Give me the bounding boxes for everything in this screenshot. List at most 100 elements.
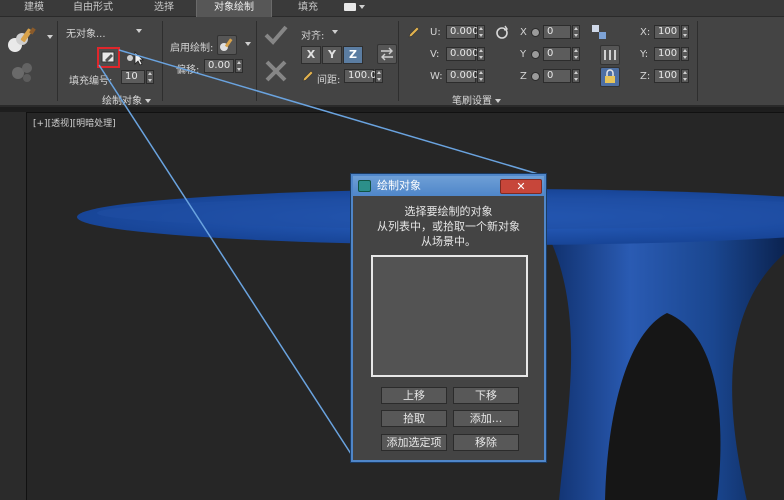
ribbon-tab-bar: 建模 自由形式 选择 对象绘制 填充	[0, 0, 784, 17]
separator	[57, 21, 58, 101]
message-line: 从列表中，或拾取一个新对象	[377, 220, 520, 233]
add-selected-button[interactable]: 添加选定项	[381, 434, 447, 451]
tab-modeling[interactable]: 建模	[14, 0, 54, 17]
chevron-down-icon[interactable]	[136, 29, 142, 36]
rotate-z-spinner[interactable]	[572, 69, 580, 83]
align-x-button[interactable]: X	[301, 46, 321, 64]
scale-z-input[interactable]: 100	[654, 69, 680, 83]
chevron-down-icon[interactable]	[245, 42, 251, 49]
enable-paint-label: 启用绘制:	[170, 43, 214, 54]
check-icon[interactable]	[263, 24, 289, 46]
scale-x-spinner[interactable]	[681, 25, 689, 39]
fill-number-label: 填充编号:	[69, 76, 113, 87]
screen-icon	[343, 3, 356, 11]
v-spinner[interactable]	[477, 47, 485, 61]
rotate-x-label: X	[520, 27, 527, 38]
separator	[398, 21, 399, 101]
w-spinner[interactable]	[477, 69, 485, 83]
paint-objects-panel-footer[interactable]: 绘制对象	[102, 92, 151, 107]
chevron-down-icon[interactable]	[47, 35, 53, 42]
scale-z-spinner[interactable]	[681, 69, 689, 83]
message-line: 选择要绘制的对象	[404, 205, 493, 218]
scale-y-label: Y:	[640, 49, 649, 60]
object-dropdown[interactable]: 无对象...	[66, 25, 106, 40]
offset-input[interactable]: 0.00	[204, 59, 234, 73]
align-label: 对齐:	[301, 31, 325, 42]
close-icon[interactable]	[263, 59, 289, 83]
flip-axis-icon[interactable]	[377, 44, 397, 64]
spacing-spinner[interactable]	[375, 69, 383, 83]
separator	[162, 21, 163, 101]
separator	[697, 21, 698, 101]
u-label: U:	[430, 27, 441, 38]
fill-number-input[interactable]: 10	[121, 70, 145, 84]
pick-cursor-icon[interactable]	[125, 49, 145, 67]
tab-object-paint[interactable]: 对象绘制	[196, 0, 272, 17]
tab-selection[interactable]: 选择	[140, 0, 188, 17]
paint-brush-icon[interactable]	[217, 35, 237, 55]
dialog-title: 绘制对象	[377, 179, 421, 192]
rotate-y-input[interactable]: 0	[543, 47, 571, 61]
left-toolbar-strip	[0, 112, 26, 500]
rotate-z-input[interactable]: 0	[543, 69, 571, 83]
tab-populate[interactable]: 填充	[288, 0, 328, 17]
rotate-x-radio[interactable]	[531, 28, 540, 37]
add-button[interactable]: 添加...	[453, 410, 519, 427]
scale-x-label: X:	[640, 27, 651, 38]
w-label: W:	[430, 71, 443, 82]
chevron-down-icon	[358, 5, 365, 12]
tab-freeform[interactable]: 自由形式	[62, 0, 124, 17]
rotate-y-spinner[interactable]	[572, 47, 580, 61]
paint-objects-dialog: 绘制对象 ✕ 选择要绘制的对象 从列表中，或拾取一个新对象 从场景中。 上移 下…	[351, 174, 546, 462]
rotate-x-input[interactable]: 0	[543, 25, 571, 39]
rotate-icon	[494, 25, 510, 41]
pencil-icon	[301, 69, 315, 83]
w-input[interactable]: 0.000	[446, 69, 479, 83]
uniform-scale-icon[interactable]	[600, 45, 620, 65]
move-down-button[interactable]: 下移	[453, 387, 519, 404]
move-up-button[interactable]: 上移	[381, 387, 447, 404]
dialog-title-bar[interactable]: 绘制对象 ✕	[353, 176, 544, 196]
sphere-group-icon	[10, 59, 36, 83]
chevron-down-icon	[145, 99, 151, 106]
ribbon-panel: 无对象... 填充编号: 10 绘制对象 启用绘制: 偏移: 0.00 对齐: …	[0, 17, 784, 107]
u-spinner[interactable]	[477, 25, 485, 39]
message-line: 从场景中。	[421, 235, 476, 248]
v-label: V:	[430, 49, 440, 60]
u-input[interactable]: 0.000	[446, 25, 479, 39]
app-icon	[358, 180, 371, 192]
scale-x-input[interactable]: 100	[654, 25, 680, 39]
rotate-z-label: Z	[520, 71, 527, 82]
align-y-button[interactable]: Y	[322, 46, 342, 64]
scale-z-label: Z:	[640, 71, 651, 82]
brush-offset-icon	[407, 25, 421, 39]
separator	[256, 21, 257, 101]
pick-button[interactable]: 拾取	[381, 410, 447, 427]
tab-options-menu[interactable]	[338, 0, 370, 17]
v-input[interactable]: 0.000	[446, 47, 479, 61]
rotate-y-label: Y	[520, 49, 527, 60]
offset-spinner[interactable]	[235, 59, 243, 73]
chevron-down-icon	[495, 99, 501, 106]
dialog-message: 选择要绘制的对象 从列表中，或拾取一个新对象 从场景中。	[353, 204, 544, 249]
scale-y-spinner[interactable]	[681, 47, 689, 61]
paint-brush-tool-icon[interactable]	[6, 25, 40, 55]
fill-number-spinner[interactable]	[146, 70, 154, 84]
offset-label: 偏移:	[176, 65, 200, 76]
lock-scale-icon[interactable]	[600, 67, 620, 87]
scale-icon	[591, 24, 607, 40]
pick-object-button[interactable]	[97, 47, 120, 68]
align-z-button[interactable]: Z	[343, 46, 363, 64]
spacing-input[interactable]: 100.0	[344, 69, 377, 83]
brush-settings-panel-footer[interactable]: 笔刷设置	[452, 92, 501, 107]
rotate-x-spinner[interactable]	[572, 25, 580, 39]
remove-button[interactable]: 移除	[453, 434, 519, 451]
viewport-label[interactable]: [+][透视][明暗处理]	[33, 116, 116, 129]
close-button[interactable]: ✕	[500, 179, 542, 194]
object-list[interactable]	[371, 255, 528, 377]
spacing-label: 间距:	[317, 75, 341, 86]
rotate-z-radio[interactable]	[531, 72, 540, 81]
rotate-y-radio[interactable]	[531, 50, 540, 59]
scale-y-input[interactable]: 100	[654, 47, 680, 61]
chevron-down-icon[interactable]	[332, 30, 338, 37]
